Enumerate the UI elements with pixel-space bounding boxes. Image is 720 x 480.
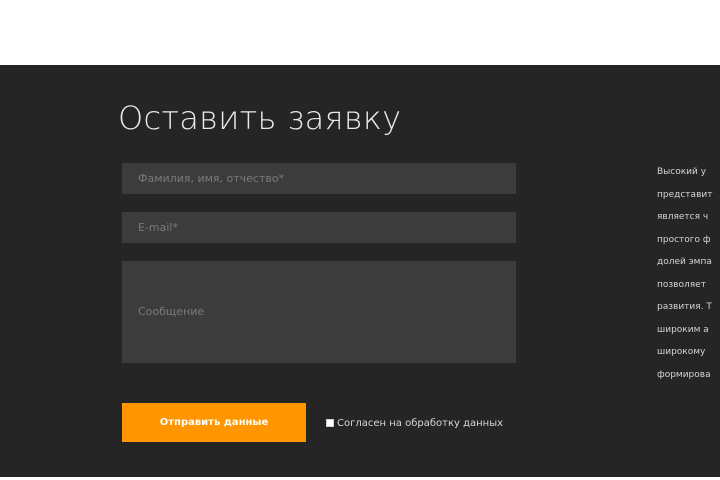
side-text-line: формирова xyxy=(657,369,711,380)
side-text-line: широкому xyxy=(657,347,706,357)
side-text-line: простого ф xyxy=(657,234,711,245)
submit-button[interactable]: Отправить данные xyxy=(122,403,306,442)
side-text-line: развития. Т xyxy=(657,302,712,312)
side-text-line: Высокий у xyxy=(657,167,707,177)
side-text-line: представит xyxy=(657,189,713,200)
side-text-line: является ч xyxy=(657,212,709,222)
request-form-section: Оставить заявку Отправить данные Согласе… xyxy=(0,65,720,477)
side-description: Высокий у представит является ч простого… xyxy=(657,161,720,386)
page-header-area xyxy=(0,0,720,65)
consent-control[interactable]: Согласен на обработку данных xyxy=(326,416,503,430)
message-textarea[interactable] xyxy=(122,261,516,363)
form-title: Оставить заявку xyxy=(118,99,402,137)
full-name-input[interactable] xyxy=(122,163,516,194)
consent-checkbox[interactable] xyxy=(326,419,334,427)
email-input[interactable] xyxy=(122,212,516,243)
consent-label: Согласен на обработку данных xyxy=(337,417,504,429)
side-text-line: широким а xyxy=(657,324,709,335)
side-text-line: долей эмпа xyxy=(657,257,712,267)
side-text-line: позволяет xyxy=(657,279,706,290)
